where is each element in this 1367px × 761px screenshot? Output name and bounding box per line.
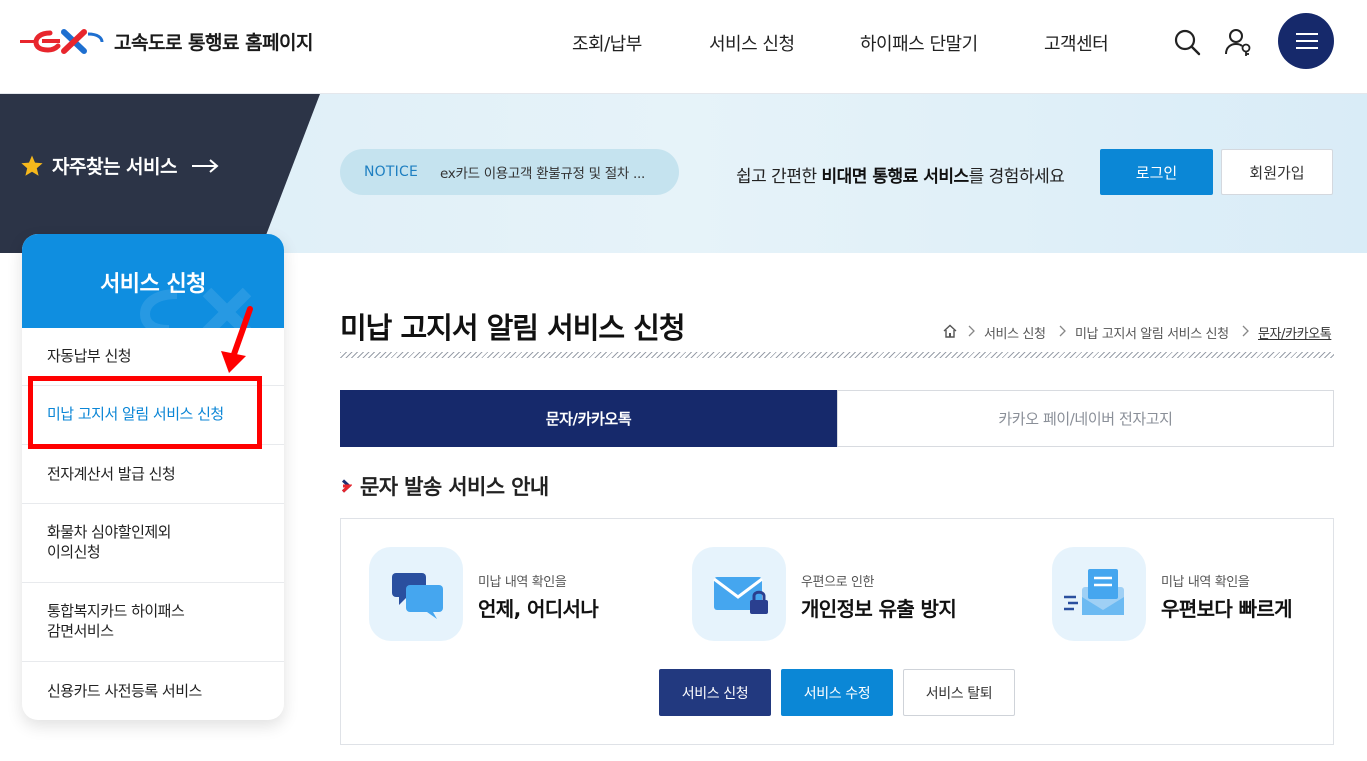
nav-inquiry-payment[interactable]: 조회/납부 xyxy=(572,30,642,56)
side-item-credit-card-register[interactable]: 신용카드 사전등록 서비스 xyxy=(22,662,284,720)
top-banner: 자주찾는 서비스 NOTICE ex카드 이용고객 환불규정 및 절차 ... … xyxy=(0,94,1367,253)
tab-bar: 문자/카카오톡 카카오 페이/네이버 전자고지 xyxy=(340,390,1334,447)
service-info-box: 미납 내역 확인을 언제, 어디서나 우편으로 인한 개인정보 유출 방지 미납… xyxy=(340,518,1334,745)
chevron-right-icon xyxy=(968,325,975,337)
nav-service-apply[interactable]: 서비스 신청 xyxy=(709,30,795,56)
site-header: 고속도로 통행료 홈페이지 조회/납부 서비스 신청 하이패스 단말기 고객센터 xyxy=(0,0,1367,94)
feature-main-text: 우편보다 빠르게 xyxy=(1161,597,1293,621)
side-item-label-line2: 이의신청 xyxy=(47,543,101,561)
feature-main-text: 언제, 어디서나 xyxy=(478,597,599,621)
mail-lock-icon xyxy=(692,547,786,641)
search-icon[interactable] xyxy=(1171,26,1203,58)
menu-bar xyxy=(1296,40,1318,42)
side-item-label: 자동납부 신청 xyxy=(47,347,132,365)
site-logo[interactable]: 고속도로 통행료 홈페이지 xyxy=(20,26,314,56)
side-menu-header: 서비스 신청 xyxy=(22,234,284,328)
tab-kakaopay-naver[interactable]: 카카오 페이/네이버 전자고지 xyxy=(837,390,1334,447)
nav-hipass-terminal[interactable]: 하이패스 단말기 xyxy=(860,30,978,56)
side-item-truck-night-discount[interactable]: 화물차 심야할인제외 이의신청 xyxy=(22,504,284,583)
side-item-e-invoice[interactable]: 전자계산서 발급 신청 xyxy=(22,445,284,504)
user-icon[interactable] xyxy=(1222,26,1254,58)
chevron-right-icon xyxy=(1059,325,1066,337)
nav-customer-center[interactable]: 고객센터 xyxy=(1044,30,1109,56)
menu-icon[interactable] xyxy=(1278,13,1334,69)
ex-logo-icon xyxy=(20,29,104,54)
section-title-text: 문자 발송 서비스 안내 xyxy=(360,475,549,499)
tab-sms-kakaotalk[interactable]: 문자/카카오톡 xyxy=(340,390,837,447)
favorites-link[interactable]: 자주찾는 서비스 xyxy=(20,152,219,179)
side-item-label: 전자계산서 발급 신청 xyxy=(47,465,176,483)
breadcrumb-current[interactable]: 문자/카카오톡 xyxy=(1258,323,1332,342)
side-menu: 서비스 신청 자동납부 신청 미납 고지서 알림 서비스 신청 전자계산서 발급… xyxy=(22,234,284,720)
section-title: 문자 발송 서비스 안내 xyxy=(340,471,549,501)
service-withdraw-button[interactable]: 서비스 탈퇴 xyxy=(903,669,1015,716)
side-item-label: 통합복지카드 하이패스 xyxy=(47,602,185,620)
star-icon xyxy=(21,155,43,176)
site-title: 고속도로 통행료 홈페이지 xyxy=(114,31,314,54)
page-title: 미납 고지서 알림 서비스 신청 xyxy=(340,311,686,345)
banner-message-bold: 비대면 통행료 서비스 xyxy=(821,167,970,187)
notice-text[interactable]: ex카드 이용고객 환불규정 및 절차 ... xyxy=(440,162,655,182)
side-item-welfare-card[interactable]: 통합복지카드 하이패스 감면서비스 xyxy=(22,583,284,662)
arrow-right-icon xyxy=(191,158,219,173)
menu-bar xyxy=(1296,33,1318,35)
side-item-label: 신용카드 사전등록 서비스 xyxy=(47,682,202,700)
feature-main-text: 개인정보 유출 방지 xyxy=(801,597,957,621)
banner-message: 쉽고 간편한 비대면 통행료 서비스를 경험하세요 xyxy=(736,162,1065,187)
side-item-auto-payment[interactable]: 자동납부 신청 xyxy=(22,328,284,386)
side-item-unpaid-notice[interactable]: 미납 고지서 알림 서비스 신청 xyxy=(22,386,284,445)
side-item-label-line2: 감면서비스 xyxy=(47,622,114,640)
fast-mail-icon xyxy=(1052,547,1146,641)
side-item-label: 미납 고지서 알림 서비스 신청 xyxy=(47,405,224,423)
chevron-right-icon xyxy=(341,479,352,493)
notice-tag: NOTICE xyxy=(364,164,418,180)
breadcrumb-service-apply[interactable]: 서비스 신청 xyxy=(984,323,1046,342)
chevron-right-icon xyxy=(1242,325,1249,337)
side-menu-title: 서비스 신청 xyxy=(100,272,206,297)
side-item-label: 화물차 심야할인제외 xyxy=(47,523,171,541)
feature-sub-text: 미납 내역 확인을 xyxy=(478,575,567,590)
favorites-label: 자주찾는 서비스 xyxy=(52,156,177,178)
chat-bubbles-icon xyxy=(369,547,463,641)
banner-message-end: 를 경험하세요 xyxy=(968,167,1065,187)
service-edit-button[interactable]: 서비스 수정 xyxy=(781,669,893,716)
title-divider xyxy=(340,352,1334,358)
feature-sub-text: 우편으로 인한 xyxy=(801,575,875,590)
join-button[interactable]: 회원가입 xyxy=(1221,149,1333,195)
breadcrumb-unpaid-notice[interactable]: 미납 고지서 알림 서비스 신청 xyxy=(1075,323,1229,342)
menu-bar xyxy=(1296,47,1318,49)
feature-sub-text: 미납 내역 확인을 xyxy=(1161,575,1250,590)
banner-message-start: 쉽고 간편한 xyxy=(736,167,822,187)
service-apply-button[interactable]: 서비스 신청 xyxy=(659,669,771,716)
home-icon[interactable] xyxy=(942,323,958,339)
login-button[interactable]: 로그인 xyxy=(1100,149,1213,195)
notice-ticker[interactable]: NOTICE ex카드 이용고객 환불규정 및 절차 ... xyxy=(340,149,679,195)
